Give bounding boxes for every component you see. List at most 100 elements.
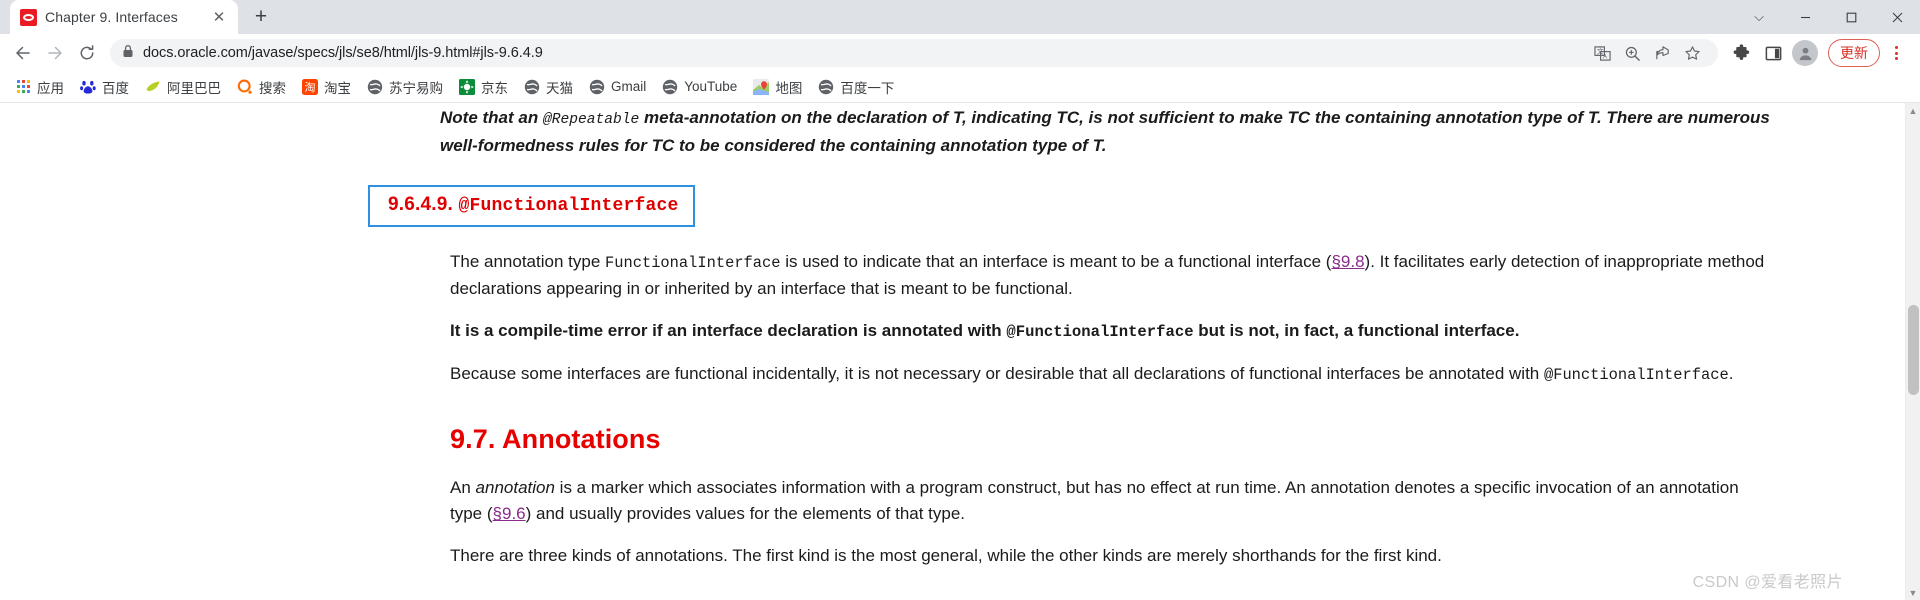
taobao-icon: 淘 — [302, 78, 318, 95]
lock-icon — [122, 44, 134, 63]
tab-title: Chapter 9. Interfaces — [45, 9, 178, 25]
paragraph-3: Because some interfaces are functional i… — [450, 361, 1775, 388]
maximize-button[interactable] — [1828, 0, 1874, 34]
document-page: Note that an @Repeatable meta-annotation… — [0, 103, 1905, 600]
bookmark-baidu-yixia[interactable]: 百度一下 — [811, 74, 901, 100]
paragraph-2: It is a compile-time error if an interfa… — [450, 318, 1775, 345]
bookmark-jd[interactable]: 京东 — [452, 74, 515, 100]
bookmark-baidu[interactable]: 百度 — [73, 74, 136, 100]
heading-number: 9.6.4.9. — [388, 194, 459, 215]
functionalinterface-code: @FunctionalInterface — [1006, 323, 1194, 341]
bookmark-gmail[interactable]: Gmail — [582, 76, 653, 98]
scrollbar-thumb[interactable] — [1907, 304, 1919, 395]
para4-text-3: ) and usually provides values for the el… — [525, 504, 966, 523]
close-window-button[interactable] — [1874, 0, 1920, 34]
globe-icon — [589, 79, 605, 95]
bookmark-youtube[interactable]: YouTube — [655, 76, 744, 98]
maps-icon — [753, 78, 770, 95]
baidu-icon — [80, 79, 96, 95]
bookmarks-bar: 应用 百度 阿里巴巴 搜索 淘 淘宝 苏宁易购 京东 天猫 Gmail YouT… — [0, 72, 1920, 102]
url-text[interactable]: docs.oracle.com/javase/specs/jls/se8/htm… — [143, 45, 543, 61]
functionalinterface-code: @FunctionalInterface — [1543, 366, 1729, 384]
apps-grid-icon — [15, 79, 31, 95]
zoom-icon[interactable] — [1618, 39, 1646, 67]
document-content: Note that an @Repeatable meta-annotation… — [0, 103, 1905, 569]
para1-text-2: is used to indicate that an interface is… — [780, 252, 1332, 271]
back-icon[interactable] — [8, 38, 38, 68]
chevron-down-icon[interactable]: ⌵ — [1736, 0, 1782, 34]
bookmark-label: Gmail — [611, 79, 647, 94]
bookmark-tmall[interactable]: 天猫 — [517, 74, 580, 100]
section-heading-97: 9.7. Annotations — [450, 424, 661, 454]
bookmark-label: 搜索 — [259, 80, 286, 96]
scroll-down-arrow-icon[interactable]: ▼ — [1906, 585, 1920, 600]
update-button[interactable]: 更新 — [1828, 39, 1880, 67]
bookmark-label: 地图 — [775, 80, 803, 96]
annotation-emphasis: annotation — [475, 478, 555, 497]
close-icon[interactable]: ✕ — [210, 8, 228, 26]
tab-strip: Chapter 9. Interfaces ✕ + ⌵ — [0, 0, 1920, 34]
scrollbar-track[interactable] — [1906, 118, 1920, 585]
bookmark-search[interactable]: 搜索 — [230, 74, 293, 100]
page-viewport: Note that an @Repeatable meta-annotation… — [0, 102, 1920, 600]
reload-icon[interactable] — [72, 38, 102, 68]
bookmark-maps[interactable]: 地图 — [746, 74, 809, 100]
address-bar[interactable]: docs.oracle.com/javase/specs/jls/se8/htm… — [110, 39, 1718, 67]
highlighted-heading-box: 9.6.4.9. @FunctionalInterface — [368, 185, 695, 227]
bookmark-taobao[interactable]: 淘 淘宝 — [295, 74, 358, 100]
csdn-watermark: CSDN @爱看老照片 — [1692, 574, 1843, 591]
new-tab-button[interactable]: + — [244, 0, 278, 34]
avatar — [1792, 40, 1818, 66]
globe-icon — [524, 79, 540, 95]
scroll-up-arrow-icon[interactable]: ▲ — [1906, 103, 1920, 118]
bookmark-label: 百度 — [102, 80, 129, 96]
para2-text-2: but is not, in fact, a functional interf… — [1193, 321, 1520, 340]
alibaba-icon — [145, 79, 161, 95]
note-text-1: Note that an — [440, 108, 543, 127]
window-controls: ⌵ — [1736, 0, 1920, 34]
oracle-favicon — [20, 8, 37, 26]
note-paragraph: Note that an @Repeatable meta-annotation… — [440, 105, 1775, 159]
extensions-puzzle-icon[interactable] — [1726, 38, 1756, 68]
side-panel-icon[interactable] — [1758, 38, 1788, 68]
bookmark-star-icon[interactable] — [1678, 39, 1706, 67]
heading-code: @FunctionalInterface — [458, 196, 679, 216]
jd-icon — [459, 78, 475, 95]
para4-text-1: An — [450, 478, 476, 497]
paragraph-4: An annotation is a marker which associat… — [450, 475, 1775, 527]
toolbar-right-actions: 更新 — [1726, 38, 1912, 68]
omnibox-actions: 文A — [1588, 39, 1706, 67]
paragraph-5: There are three kinds of annotations. Th… — [450, 546, 1442, 565]
link-section-9-8[interactable]: §9.8 — [1331, 252, 1364, 271]
search-icon — [237, 79, 253, 95]
share-icon[interactable] — [1648, 39, 1676, 67]
svg-text:淘: 淘 — [305, 81, 316, 94]
bookmark-apps[interactable]: 应用 — [8, 74, 71, 100]
browser-tab[interactable]: Chapter 9. Interfaces ✕ — [10, 0, 238, 34]
translate-icon[interactable]: 文A — [1588, 39, 1616, 67]
bookmark-label: 应用 — [37, 80, 64, 96]
paragraph-1: The annotation type FunctionalInterface … — [450, 249, 1775, 302]
three-dot-menu-icon[interactable] — [1882, 38, 1910, 68]
forward-icon[interactable] — [40, 38, 70, 68]
link-section-9-6[interactable]: §9.6 — [493, 504, 526, 523]
bookmark-alibaba[interactable]: 阿里巴巴 — [138, 74, 228, 100]
repeatable-code: @Repeatable — [542, 112, 640, 128]
functionalinterface-code: FunctionalInterface — [605, 254, 781, 272]
para3-text-2: . — [1728, 364, 1734, 383]
note-text-2: meta-annotation on the declaration of T,… — [440, 108, 1770, 155]
bookmark-label: 京东 — [481, 80, 508, 96]
vertical-scrollbar[interactable]: ▲ ▼ — [1905, 103, 1920, 600]
bookmark-label: 淘宝 — [324, 80, 351, 96]
para3-text-1: Because some interfaces are functional i… — [450, 364, 1544, 383]
minimize-button[interactable] — [1782, 0, 1828, 34]
profile-avatar[interactable] — [1790, 38, 1820, 68]
globe-icon — [662, 79, 678, 95]
bookmark-label: 苏宁易购 — [389, 80, 443, 96]
bookmark-suning[interactable]: 苏宁易购 — [360, 74, 450, 100]
globe-icon — [367, 79, 383, 95]
bookmark-label: 阿里巴巴 — [167, 80, 221, 96]
para2-text-1: It is a compile-time error if an interfa… — [450, 321, 1007, 340]
globe-icon — [818, 79, 834, 95]
bookmark-label: 百度一下 — [840, 80, 895, 96]
